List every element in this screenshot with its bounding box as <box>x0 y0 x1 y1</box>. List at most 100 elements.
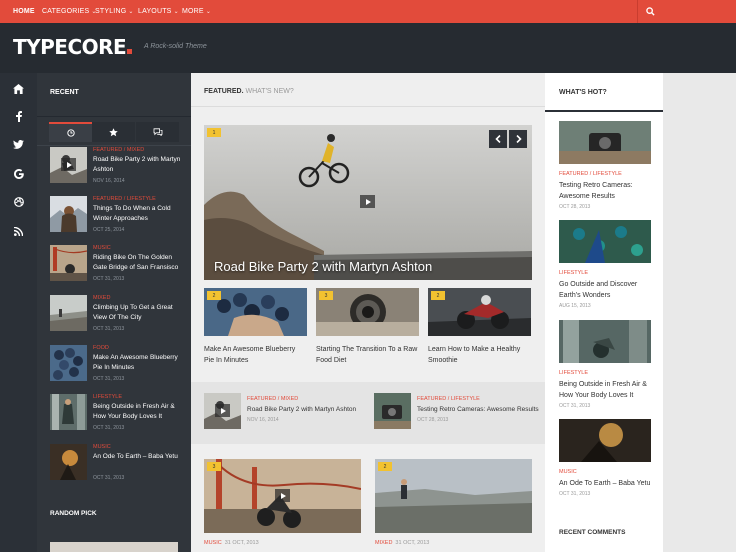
post-card[interactable]: 2 Make An Awesome Blueberry Pie In Minut… <box>204 288 307 366</box>
list-item[interactable]: FEATURED / LIFESTYLE Things To Do When a… <box>50 196 185 236</box>
comment-count: 2 <box>383 463 387 470</box>
post-date: OCT 31, 2013 <box>93 276 125 282</box>
site-logo[interactable]: TYPECORE <box>13 35 133 59</box>
nav-more[interactable]: MORE ⌄ <box>182 0 211 23</box>
post-date: NOV 16, 2014 <box>247 417 279 423</box>
twitter-icon[interactable] <box>10 136 27 153</box>
recent-sidebar: RECENT FEATURED / MIXED Road Bike Party … <box>37 73 191 552</box>
post-title: Go Outside and Discover Earth's Wonders <box>559 281 638 299</box>
whats-hot-heading: WHAT'S HOT? <box>559 89 607 96</box>
post-thumbnail <box>50 245 87 281</box>
tab-comments[interactable] <box>136 122 179 142</box>
post-image <box>559 220 651 263</box>
slider-next-button[interactable] <box>509 130 527 148</box>
nav-more-label: MORE <box>182 8 204 15</box>
comment-count: 3 <box>212 463 216 470</box>
post-card[interactable]: 2 Learn How to Make a Healthy Smoothie <box>428 288 531 366</box>
recent-tabs <box>49 122 179 142</box>
post-date: OCT 31, 2013 <box>93 376 125 382</box>
search-button[interactable] <box>637 0 663 23</box>
play-icon <box>61 158 76 171</box>
post-meta: MIXED 31 OCT, 2013 <box>375 540 532 546</box>
post-title: An Ode To Earth – Baba Yetu <box>93 453 178 460</box>
list-item[interactable]: MUSIC Riding Bike On The Golden Gate Bri… <box>50 245 185 285</box>
post-date: OCT 31, 2013 <box>93 475 125 481</box>
post-image <box>375 459 532 533</box>
clock-icon <box>66 129 75 137</box>
comment-count-badge: 1 <box>207 128 221 137</box>
post-image <box>204 459 361 533</box>
main-content: FEATURED. WHAT'S NEW? 1 Road Bike Party … <box>191 73 545 552</box>
post-thumbnail <box>50 444 87 480</box>
random-pick-image[interactable] <box>50 542 178 552</box>
divider <box>37 116 191 117</box>
facebook-icon[interactable] <box>10 108 27 125</box>
tab-recent[interactable] <box>49 122 92 142</box>
post-thumbnail <box>50 295 87 331</box>
featured-heading: FEATURED. WHAT'S NEW? <box>204 88 294 95</box>
tab-popular[interactable] <box>92 122 135 142</box>
post-thumbnail <box>374 393 411 429</box>
nav-styling[interactable]: STYLING ⌄ <box>95 0 134 23</box>
list-item[interactable]: FEATURED / LIFESTYLE Testing Retro Camer… <box>374 393 539 433</box>
post-date: OCT 31, 2013 <box>559 491 591 497</box>
post-date: OCT 28, 2013 <box>417 417 449 423</box>
nav-home[interactable]: HOME <box>13 0 35 23</box>
post-category: MUSIC <box>204 540 222 546</box>
list-item[interactable]: LIFESTYLE Go Outside and Discover Earth'… <box>559 220 651 309</box>
post-title: Testing Retro Cameras: Awesome Results <box>417 406 539 413</box>
post-category: FEATURED / MIXED <box>93 147 145 153</box>
rss-icon[interactable] <box>10 223 27 240</box>
post-date: 31 OCT, 2013 <box>224 540 259 546</box>
post-thumbnail <box>50 394 87 430</box>
post-card[interactable]: 3 MUSIC 31 OCT, 2013 <box>204 459 361 546</box>
post-date: OCT 31, 2013 <box>93 425 125 431</box>
post-title: Make An Awesome Blueberry Pie In Minutes <box>204 346 296 364</box>
play-icon[interactable] <box>360 195 375 208</box>
list-item[interactable]: FEATURED / MIXED Road Bike Party 2 with … <box>204 393 364 433</box>
post-image <box>559 320 651 363</box>
post-date: NOV 16, 2014 <box>93 178 125 184</box>
nav-categories-label: CATEGORIES <box>42 8 90 15</box>
list-item[interactable]: MUSIC An Ode To Earth – Baba Yetu OCT 31… <box>50 444 185 484</box>
comment-count: 2 <box>212 292 216 299</box>
list-item[interactable]: FOOD Make An Awesome Blueberry Pie In Mi… <box>50 345 185 385</box>
post-thumbnail <box>50 147 87 183</box>
comment-count: 2 <box>436 292 440 299</box>
post-card[interactable]: 2 MIXED 31 OCT, 2013 <box>375 459 532 546</box>
post-date: OCT 28, 2013 <box>559 204 591 210</box>
post-title: Being Outside in Fresh Air & How Your Bo… <box>559 381 647 399</box>
comment-count: 3 <box>324 292 328 299</box>
post-image <box>559 419 651 462</box>
list-item[interactable]: LIFESTYLE Being Outside in Fresh Air & H… <box>559 320 651 409</box>
list-item[interactable]: MUSIC An Ode To Earth – Baba Yetu OCT 31… <box>559 419 651 497</box>
play-icon <box>275 489 290 502</box>
post-title: Make An Awesome Blueberry Pie In Minutes <box>93 354 178 371</box>
random-pick-heading: RANDOM PICK <box>50 510 97 517</box>
list-item[interactable]: FEATURED / LIFESTYLE Testing Retro Camer… <box>559 121 651 210</box>
post-date: AUG 15, 2013 <box>559 303 591 309</box>
post-date: OCT 25, 2014 <box>93 227 125 233</box>
list-item[interactable]: MIXED Climbing Up To Get a Great View Of… <box>50 295 185 335</box>
featured-title[interactable]: Road Bike Party 2 with Martyn Ashton <box>214 259 432 274</box>
home-icon[interactable] <box>10 80 27 97</box>
recent-heading: RECENT <box>50 89 79 96</box>
post-title: Road Bike Party 2 with Martyn Ashton <box>247 406 357 413</box>
comment-count: 1 <box>212 129 216 136</box>
page-gutter <box>663 73 736 552</box>
nav-styling-label: STYLING <box>95 8 127 15</box>
slider-prev-button[interactable] <box>489 130 507 148</box>
post-title: Riding Bike On The Golden Gate Bridge of… <box>93 254 179 271</box>
list-item[interactable]: LIFESTYLE Being Outside in Fresh Air & H… <box>50 394 185 434</box>
nav-layouts[interactable]: LAYOUTS ⌄ <box>138 0 179 23</box>
list-item[interactable]: FEATURED / MIXED Road Bike Party 2 with … <box>50 147 185 187</box>
post-card[interactable]: 3 Starting The Transition To a Raw Food … <box>316 288 419 366</box>
divider <box>545 110 663 112</box>
dribbble-icon[interactable] <box>10 193 27 210</box>
google-plus-icon[interactable] <box>10 165 27 182</box>
post-category: MUSIC <box>559 469 577 475</box>
nav-categories[interactable]: CATEGORIES ⌄ <box>42 0 97 23</box>
post-date: OCT 31, 2013 <box>559 403 591 409</box>
featured-slide[interactable]: 1 Road Bike Party 2 with Martyn Ashton <box>204 125 532 280</box>
post-category: FEATURED / LIFESTYLE <box>93 196 156 202</box>
